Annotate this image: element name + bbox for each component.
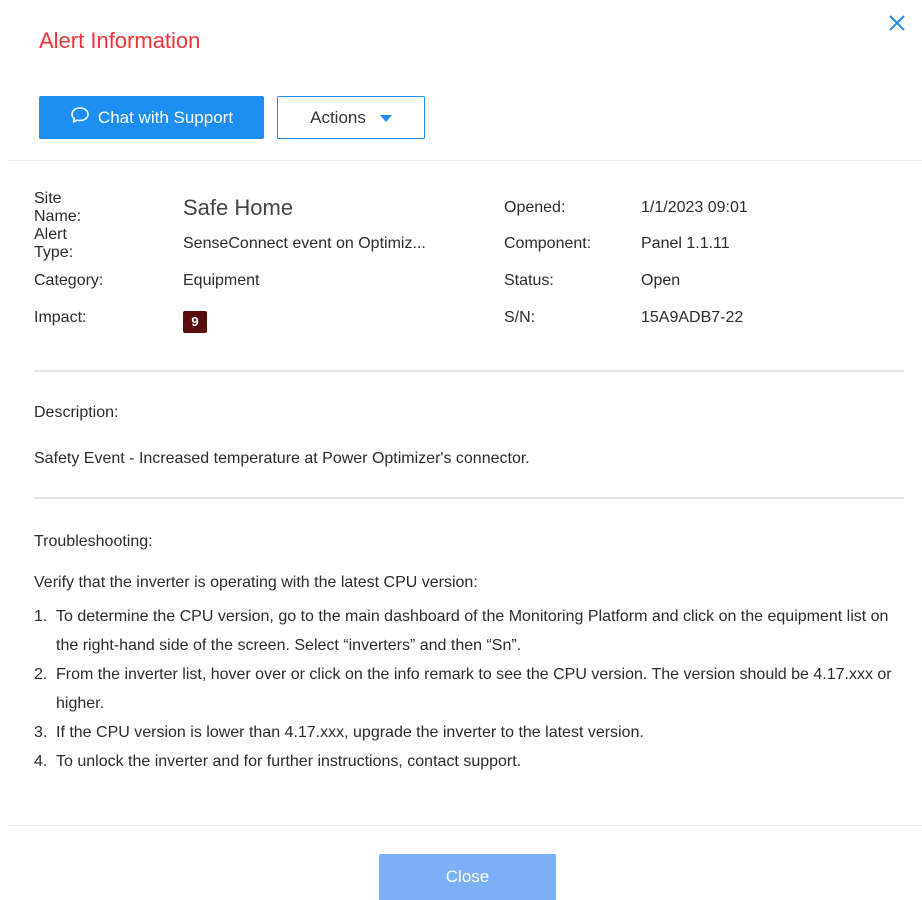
site-name-value: Safe Home — [183, 195, 294, 220]
chat-bubble-icon — [70, 106, 90, 129]
details-divider — [34, 370, 904, 372]
step-text: From the inverter list, hover over or cl… — [56, 666, 892, 712]
step-text: To unlock the inverter and for further i… — [56, 753, 522, 770]
footer-divider — [7, 825, 922, 826]
dialog-title: Alert Information — [39, 28, 201, 53]
list-item: 2. From the inverter list, hover over or… — [34, 660, 904, 718]
component-label: Component: — [504, 235, 592, 252]
step-text: If the CPU version is lower than 4.17.xx… — [56, 724, 644, 741]
chat-button-label: Chat with Support — [97, 107, 234, 127]
impact-badge: 9 — [183, 311, 207, 333]
site-name-label: Site Name: — [34, 190, 82, 225]
step-number: 1. — [34, 608, 48, 625]
category-label: Category: — [34, 272, 104, 289]
status-label: Status: — [504, 272, 554, 289]
actions-button-label: Actions — [310, 107, 366, 127]
opened-label: Opened: — [504, 199, 566, 216]
serial-number-label: S/N: — [504, 309, 536, 326]
caret-down-icon — [379, 115, 392, 122]
actions-dropdown-button[interactable]: Actions — [277, 96, 425, 139]
chat-with-support-button[interactable]: Chat with Support — [39, 96, 264, 139]
alert-type-value: SenseConnect event on Optimiz... — [183, 235, 426, 252]
list-item: 4. To unlock the inverter and for furthe… — [34, 747, 904, 776]
troubleshooting-intro: Verify that the inverter is operating wi… — [34, 574, 478, 591]
troubleshooting-steps: 1. To determine the CPU version, go to t… — [34, 602, 904, 776]
serial-number-value: 15A9ADB7-22 — [641, 309, 744, 326]
list-item: 3. If the CPU version is lower than 4.17… — [34, 718, 904, 747]
close-icon[interactable] — [886, 12, 908, 34]
step-number: 3. — [34, 724, 48, 741]
step-number: 4. — [34, 753, 48, 770]
impact-label: Impact: — [34, 309, 87, 326]
impact-value-wrap: 9 — [183, 311, 207, 333]
category-value: Equipment — [183, 272, 260, 289]
description-divider — [34, 497, 904, 499]
description-text: Safety Event - Increased temperature at … — [34, 450, 530, 467]
status-value: Open — [641, 272, 681, 289]
opened-value: 1/1/2023 09:01 — [641, 199, 748, 216]
step-text: To determine the CPU version, go to the … — [56, 608, 889, 654]
header-divider — [7, 160, 922, 161]
troubleshooting-label: Troubleshooting: — [34, 533, 153, 550]
alert-type-label: Alert Type: — [34, 226, 74, 261]
list-item: 1. To determine the CPU version, go to t… — [34, 602, 904, 660]
description-label: Description: — [34, 404, 119, 421]
alert-information-dialog: Alert Information Chat with Support Acti… — [0, 0, 922, 900]
component-value: Panel 1.1.11 — [641, 235, 730, 252]
close-button[interactable]: Close — [379, 854, 556, 900]
step-number: 2. — [34, 666, 48, 683]
